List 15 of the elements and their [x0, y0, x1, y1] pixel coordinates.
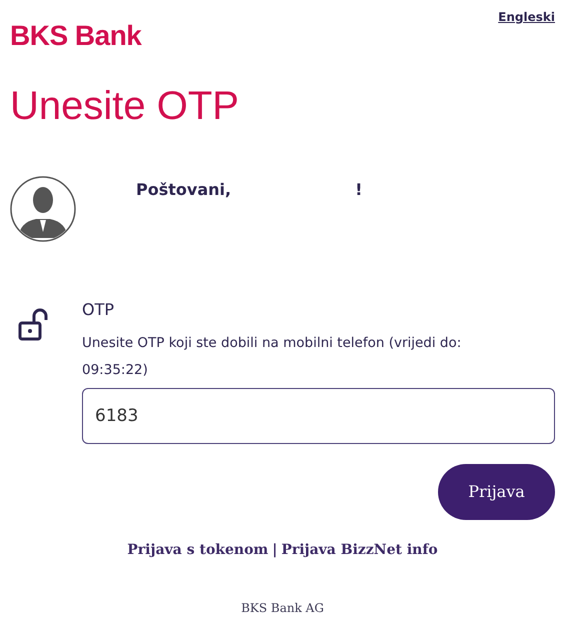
separator: |	[272, 541, 278, 560]
footer-link[interactable]: Prijava s tokenom	[127, 540, 268, 561]
otp-label: OTP	[82, 299, 116, 321]
unlocked-icon	[18, 308, 48, 342]
language-link[interactable]: Engleski	[498, 8, 555, 26]
otp-input[interactable]: 6183	[82, 388, 555, 444]
logo: BKS Bank	[10, 22, 142, 50]
greeting-text: !	[355, 179, 362, 201]
otp-hint: Unesite OTP koji ste dobili na mobilni telefon (vrijedi do: 09:35:22)	[82, 334, 462, 380]
greeting-text: Poštovani,	[136, 179, 232, 201]
footer-link[interactable]: Prijava BizzNet info	[281, 540, 438, 561]
avatar-icon	[10, 176, 76, 242]
page-title: Unesite OTP	[10, 84, 240, 128]
footer-text: BKS Bank AG	[241, 600, 324, 617]
login-button[interactable]: Prijava	[438, 464, 555, 520]
